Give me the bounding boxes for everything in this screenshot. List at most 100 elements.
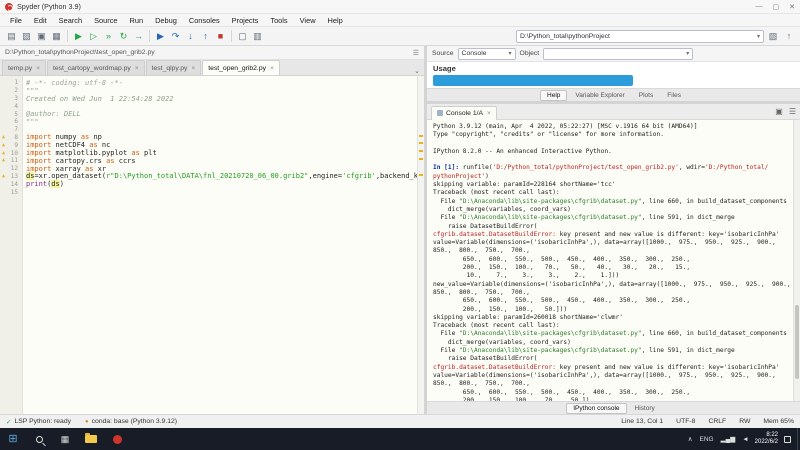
menu-item[interactable]: Projects — [226, 16, 265, 25]
action-center-icon[interactable] — [784, 436, 791, 443]
save-file-icon[interactable]: ▣ — [34, 29, 49, 44]
pane-tab[interactable]: Variable Explorer — [569, 91, 630, 100]
line-number-gutter[interactable]: 7 — [0, 126, 22, 133]
menu-item[interactable]: Tools — [264, 16, 293, 25]
tab-close-icon[interactable]: × — [36, 65, 40, 72]
menu-item[interactable]: Search — [53, 16, 88, 25]
code-text[interactable]: import numpy as np — [22, 133, 102, 141]
code-text[interactable]: @author: DELL — [22, 110, 81, 118]
step-into-icon[interactable]: ↓ — [183, 29, 198, 44]
run-selection-icon[interactable]: → — [131, 29, 146, 44]
rerun-cell-icon[interactable]: ↻ — [116, 29, 131, 44]
line-number-gutter[interactable]: 4 — [0, 103, 22, 110]
stop-icon[interactable]: ■ — [213, 29, 228, 44]
pane-tab[interactable]: Help — [540, 90, 567, 101]
tab-close-icon[interactable]: × — [270, 65, 274, 72]
pane-tab[interactable]: Files — [661, 91, 687, 100]
scrollflag-warning-mark[interactable] — [419, 135, 423, 137]
code-editor[interactable]: 1 # -*- coding: utf-8 -*- 2 """ 3 Create… — [0, 76, 424, 414]
working-directory-combo[interactable]: D:\Python_total\pythonProject ▾ — [516, 30, 764, 43]
tab-close-icon[interactable]: × — [487, 110, 491, 117]
pane-tab[interactable]: IPython console — [566, 403, 626, 414]
scrollflag-warning-mark[interactable] — [419, 158, 423, 160]
scrollflag-warning-mark[interactable] — [419, 150, 423, 152]
help-source-combo[interactable]: Console ▾ — [458, 48, 516, 60]
tab-overflow-icon[interactable]: ⌄ — [410, 67, 424, 75]
menu-item[interactable]: Source — [88, 16, 123, 25]
code-text[interactable]: Created on Wed Jun 1 22:54:28 2022 — [22, 95, 174, 103]
line-number-gutter[interactable]: 15 — [0, 189, 22, 196]
help-object-combo[interactable]: ▾ — [543, 48, 693, 60]
code-text[interactable]: import netCDF4 as nc — [22, 141, 110, 149]
menu-item[interactable]: Edit — [28, 16, 53, 25]
file-explorer-button[interactable] — [78, 428, 104, 450]
browse-workdir-icon[interactable]: ▧ — [766, 29, 780, 43]
pane-tab[interactable]: Plots — [633, 91, 659, 100]
network-icon[interactable]: ▂▄▆ — [721, 435, 736, 443]
scrollflag-warning-mark[interactable] — [419, 174, 423, 176]
console-scrollbar[interactable] — [793, 120, 800, 401]
new-file-icon[interactable]: ▤ — [4, 29, 19, 44]
editor-tab[interactable]: test_open_grib2.py × — [202, 60, 280, 75]
maximize-pane-icon[interactable]: ▢ — [235, 29, 250, 44]
code-text[interactable]: import xarray as xr — [22, 165, 106, 173]
tray-expand-icon[interactable]: ∧ — [688, 435, 693, 443]
menu-item[interactable]: Help — [322, 16, 349, 25]
code-text[interactable]: # -*- coding: utf-8 -*- — [22, 79, 123, 87]
menu-item[interactable]: View — [294, 16, 322, 25]
ipython-console-output[interactable]: Python 3.9.12 (main, Apr 4 2022, 05:22:2… — [427, 120, 800, 401]
line-number-gutter[interactable]: 5 — [0, 111, 22, 118]
lsp-status[interactable]: ✓ LSP Python: ready — [6, 418, 71, 426]
console-options-icon[interactable]: ☰ — [789, 107, 796, 116]
menu-item[interactable]: Consoles — [183, 16, 226, 25]
line-number-gutter[interactable]: 14 — [0, 181, 22, 188]
step-return-icon[interactable]: ↑ — [198, 29, 213, 44]
line-number-gutter[interactable]: 1 — [0, 79, 22, 86]
conda-env-status[interactable]: ● conda: base (Python 3.9.12) — [85, 418, 177, 425]
step-over-icon[interactable]: ↷ — [168, 29, 183, 44]
code-text[interactable]: """ — [22, 87, 39, 95]
scrollflag-column[interactable] — [417, 76, 424, 414]
minimize-icon[interactable]: — — [756, 3, 763, 11]
volume-icon[interactable]: ◄ — [742, 436, 748, 443]
editor-tab[interactable]: test_cartopy_wordmap.py × — [47, 60, 145, 75]
line-number-gutter[interactable]: 3 — [0, 95, 22, 102]
code-text[interactable]: import matplotlib.pyplot as plt — [22, 149, 157, 157]
line-number-gutter[interactable]: ▲ 10 — [0, 150, 22, 157]
tab-close-icon[interactable]: × — [191, 65, 195, 72]
line-number-gutter[interactable]: 6 — [0, 118, 22, 125]
scrollflag-warning-mark[interactable] — [419, 142, 423, 144]
search-button[interactable] — [26, 428, 52, 450]
pane-tab[interactable]: History — [629, 404, 661, 413]
code-text[interactable]: ds=xr.open_dataset(r"D:\Python_total\DAT… — [22, 172, 424, 180]
close-icon[interactable]: ✕ — [789, 3, 795, 11]
line-number-gutter[interactable]: 12 — [0, 165, 22, 172]
menu-item[interactable]: Debug — [149, 16, 183, 25]
open-file-icon[interactable]: ▧ — [19, 29, 34, 44]
save-all-icon[interactable]: ▦ — [49, 29, 64, 44]
line-number-gutter[interactable]: ▲ 13 — [0, 173, 22, 180]
editor-options-icon[interactable]: ☰ — [413, 49, 419, 57]
menu-item[interactable]: Run — [124, 16, 150, 25]
console-tab[interactable]: Console 1/A × — [431, 106, 497, 120]
run-file-icon[interactable]: ▶ — [71, 29, 86, 44]
scrollbar-thumb[interactable] — [795, 305, 799, 378]
layout-icon[interactable]: ▥ — [250, 29, 265, 44]
maximize-icon[interactable]: ▢ — [773, 3, 780, 11]
run-cell-advance-icon[interactable]: » — [101, 29, 116, 44]
editor-tab[interactable]: temp.py × — [2, 60, 46, 75]
task-view-button[interactable]: ▦ — [52, 428, 78, 450]
ime-indicator[interactable]: ENG — [700, 436, 714, 443]
line-number-gutter[interactable]: 2 — [0, 87, 22, 94]
line-number-gutter[interactable]: ▲ 8 — [0, 134, 22, 141]
code-text[interactable]: """ — [22, 118, 39, 126]
run-cell-icon[interactable]: ▷ — [86, 29, 101, 44]
tutorial-link-box[interactable] — [433, 75, 633, 86]
tab-close-icon[interactable]: × — [135, 65, 139, 72]
start-button[interactable]: ⊞ — [0, 428, 26, 450]
taskbar-clock[interactable]: 8:22 2022/6/2 — [755, 432, 778, 447]
spyder-taskbar-button[interactable] — [104, 428, 130, 450]
console-env-icon[interactable]: ▣ — [775, 107, 783, 116]
line-number-gutter[interactable]: ▲ 9 — [0, 142, 22, 149]
code-text[interactable]: import cartopy.crs as ccrs — [22, 157, 136, 165]
